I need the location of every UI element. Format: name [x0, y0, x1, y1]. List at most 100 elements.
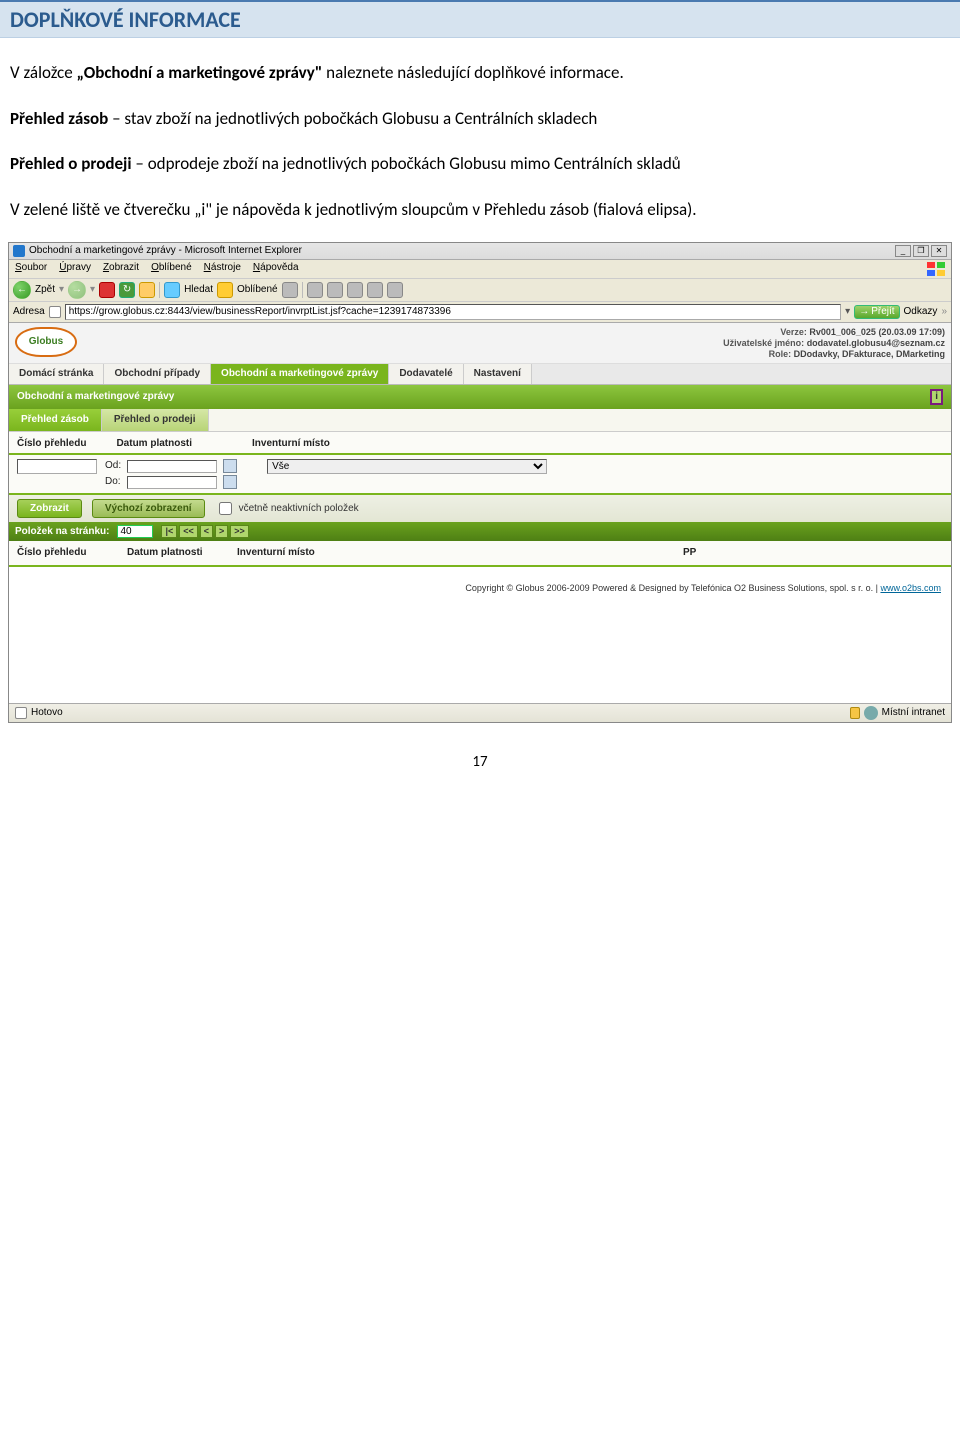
globus-logo: Globus: [15, 327, 77, 357]
toolbar: ← Zpět ▾ → ▾ ↻ Hledat Oblíbené: [9, 279, 951, 302]
forward-button[interactable]: →: [68, 281, 86, 299]
main-tabs: Domácí stránka Obchodní případy Obchodní…: [9, 364, 951, 385]
text-bold: Přehled zásob: [10, 108, 108, 129]
pager-nextpage[interactable]: >>: [230, 525, 249, 538]
search-icon[interactable]: [164, 282, 180, 298]
text-bold: „Obchodní a marketingové zprávy": [77, 62, 323, 83]
action-row: Zobrazit Výchozí zobrazení včetně neakti…: [9, 495, 951, 522]
zone-icon: [864, 706, 878, 720]
url-input[interactable]: https://grow.globus.cz:8443/view/busines…: [65, 304, 841, 320]
close-button[interactable]: ✕: [931, 245, 947, 257]
tab-settings[interactable]: Nastavení: [464, 364, 532, 384]
app-header: Globus Verze: Rv001_006_025 (20.03.09 17…: [9, 323, 951, 364]
show-button[interactable]: Zobrazit: [17, 499, 82, 518]
col-number: Číslo přehledu: [17, 438, 86, 450]
filter-area: Číslo přehledu Datum platnosti Inventurn…: [9, 432, 951, 567]
copyright-link[interactable]: www.o2bs.com: [880, 583, 941, 593]
help-info-icon[interactable]: i: [930, 389, 943, 405]
pager-row: Položek na stránku: |< << < > >>: [9, 522, 951, 541]
back-label: Zpět: [35, 284, 55, 296]
lock-icon: [850, 707, 860, 719]
text: – stav zboží na jednotlivých pobočkách G…: [108, 108, 597, 129]
inactive-checkbox[interactable]: [219, 502, 232, 515]
tab-suppliers[interactable]: Dodavatelé: [389, 364, 463, 384]
text: – odprodeje zboží na jednotlivých pobočk…: [132, 153, 681, 174]
page-number: 17: [0, 723, 960, 771]
results-header: Číslo přehledu Datum platnosti Inventurn…: [9, 541, 951, 567]
status-bar: Hotovo Místní intranet: [9, 703, 951, 722]
go-label: Přejít: [871, 306, 894, 318]
intro-paragraph-2: Přehled zásob – stav zboží na jednotlivý…: [10, 106, 950, 132]
history-icon[interactable]: [282, 282, 298, 298]
page-icon: [15, 707, 27, 719]
zone-label: Místní intranet: [882, 707, 945, 719]
favorites-icon[interactable]: [217, 282, 233, 298]
ie-window: Obchodní a marketingové zprávy - Microso…: [8, 242, 952, 723]
menu-favorites[interactable]: Oblíbené: [151, 262, 192, 276]
print-icon[interactable]: [327, 282, 343, 298]
refresh-icon[interactable]: ↻: [119, 282, 135, 298]
version-value: Rv001_006_025 (20.03.09 17:09): [809, 327, 945, 337]
stop-icon[interactable]: [99, 282, 115, 298]
from-label: Od:: [105, 460, 121, 472]
restore-button[interactable]: ❐: [913, 245, 929, 257]
status-ready: Hotovo: [31, 707, 63, 719]
date-to-input[interactable]: [127, 476, 217, 489]
number-input[interactable]: [17, 459, 97, 474]
edit-icon[interactable]: [347, 282, 363, 298]
body-text: V záložce „Obchodní a marketingové zpráv…: [0, 60, 960, 222]
calendar-icon[interactable]: [223, 459, 237, 473]
windows-flag-icon: [927, 262, 945, 276]
copyright: Copyright © Globus 2006-2009 Powered & D…: [9, 567, 951, 600]
discuss-icon[interactable]: [367, 282, 383, 298]
inactive-label: včetně neaktivních položek: [239, 503, 359, 515]
copyright-text: Copyright © Globus 2006-2009 Powered & D…: [465, 583, 880, 593]
pager-next[interactable]: >: [215, 525, 228, 538]
default-view-button[interactable]: Výchozí zobrazení: [92, 499, 205, 518]
home-icon[interactable]: [139, 282, 155, 298]
go-button[interactable]: → Přejít: [854, 305, 899, 319]
version-label: Verze:: [780, 327, 807, 337]
window-title: Obchodní a marketingové zprávy - Microso…: [29, 245, 302, 257]
minimize-button[interactable]: _: [895, 245, 911, 257]
pager-prev[interactable]: <: [200, 525, 213, 538]
subtab-sales[interactable]: Přehled o prodeji: [102, 409, 209, 431]
to-label: Do:: [105, 476, 121, 488]
header-inventory: Inventurní místo: [237, 547, 653, 559]
favorites-label: Oblíbené: [237, 284, 278, 296]
address-label: Adresa: [13, 306, 45, 318]
role-value: DDodavky, DFakturace, DMarketing: [794, 349, 945, 359]
tab-reports[interactable]: Obchodní a marketingové zprávy: [211, 364, 389, 384]
back-button[interactable]: ←: [13, 281, 31, 299]
sub-tabs: Přehled zásob Přehled o prodeji: [9, 409, 951, 432]
menu-tools[interactable]: Nástroje: [204, 262, 241, 276]
menu-help[interactable]: Nápověda: [253, 262, 299, 276]
subtab-stock[interactable]: Přehled zásob: [9, 409, 102, 431]
intro-paragraph-3: Přehled o prodeji – odprodeje zboží na j…: [10, 151, 950, 177]
text: V záložce: [10, 62, 77, 83]
user-value: dodavatel.globusu4@seznam.cz: [807, 338, 945, 348]
page-title-bar: Obchodní a marketingové zprávy i: [9, 385, 951, 409]
page-content: Globus Verze: Rv001_006_025 (20.03.09 17…: [9, 323, 951, 703]
header-pp: PP: [683, 547, 943, 559]
inventory-select[interactable]: Vše: [267, 459, 547, 474]
inactive-checkbox-row[interactable]: včetně neaktivních položek: [215, 499, 359, 518]
calendar-icon[interactable]: [223, 475, 237, 489]
research-icon[interactable]: [387, 282, 403, 298]
tab-home[interactable]: Domácí stránka: [9, 364, 104, 384]
menu-file[interactable]: Soubor: [15, 262, 47, 276]
pager-input[interactable]: [117, 525, 153, 538]
page-icon: [49, 306, 61, 318]
mail-icon[interactable]: [307, 282, 323, 298]
col-date: Datum platnosti: [116, 438, 192, 450]
title-bar: Obchodní a marketingové zprávy - Microso…: [9, 243, 951, 260]
links-label[interactable]: Odkazy: [904, 306, 938, 318]
menu-edit[interactable]: Úpravy: [59, 262, 91, 276]
pager-prevpage[interactable]: <<: [179, 525, 198, 538]
search-label: Hledat: [184, 284, 213, 296]
tab-cases[interactable]: Obchodní případy: [104, 364, 211, 384]
pager-first[interactable]: |<: [161, 525, 177, 538]
date-from-input[interactable]: [127, 460, 217, 473]
menu-view[interactable]: Zobrazit: [103, 262, 139, 276]
col-inventory: Inventurní místo: [252, 438, 330, 450]
